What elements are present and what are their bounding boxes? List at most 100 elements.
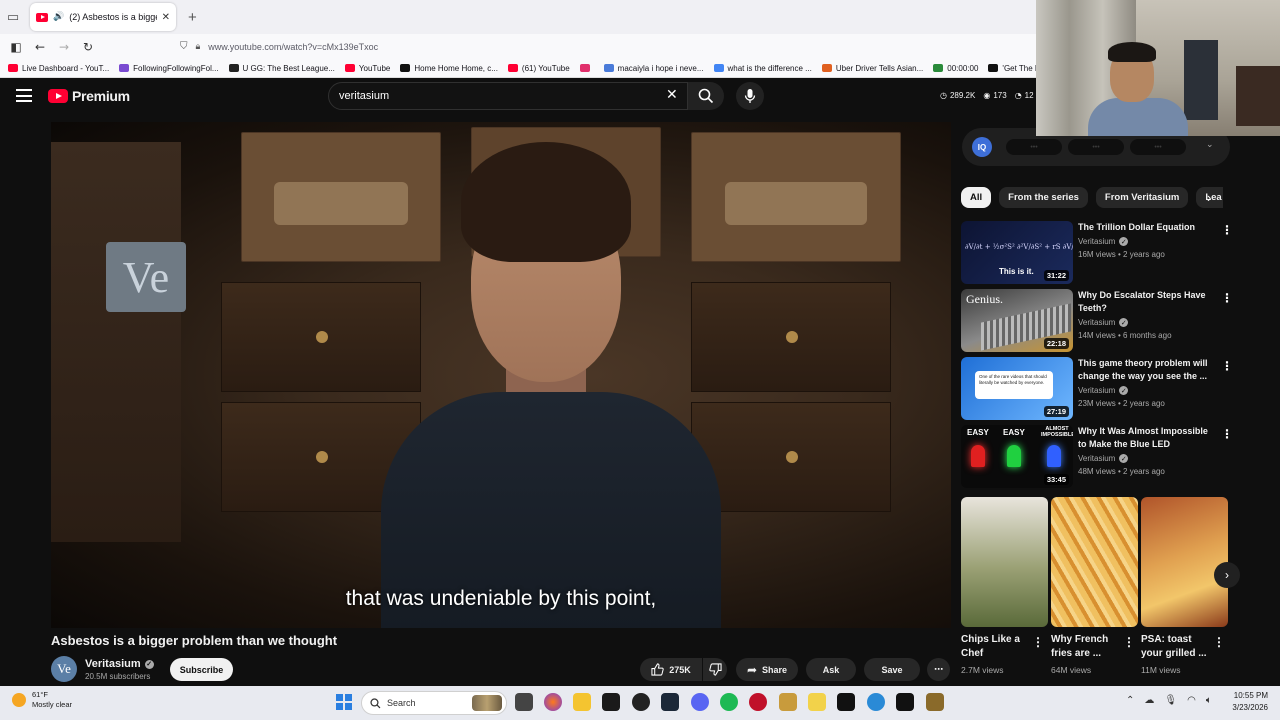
cloud-icon[interactable]: ☁	[1144, 695, 1154, 706]
channel-name[interactable]: Veritasium	[85, 658, 141, 670]
chevron-up-icon[interactable]: ⌃	[1126, 695, 1134, 706]
ask-button[interactable]: Ask	[806, 658, 856, 681]
wifi-icon[interactable]: ◠	[1187, 695, 1196, 706]
volume-icon[interactable]: 🔈︎	[1206, 695, 1212, 706]
app-icon-black[interactable]	[896, 693, 914, 711]
more-options-icon[interactable]: ⋮	[1221, 359, 1233, 373]
bookmark-item[interactable]: Home Home Home, c...	[400, 64, 498, 73]
recommendation-title[interactable]: This game theory problem will change the…	[1078, 357, 1218, 383]
more-options-icon[interactable]: ⋮	[1123, 635, 1135, 649]
windows-start-icon[interactable]	[336, 694, 352, 710]
speaker-icon[interactable]: 🔊	[53, 12, 64, 22]
bookmark-item[interactable]: Uber Driver Tells Asian...	[821, 64, 923, 73]
recommendation-item[interactable]: EASY EASY ALMOST IMPOSSIBLE 33:45 Why It…	[961, 425, 1233, 489]
bookmark-item[interactable]: FollowingFollowingFol...	[119, 64, 219, 73]
sidebar-toggle-icon[interactable]: ◧	[4, 40, 28, 54]
recommendation-channel[interactable]: Veritasium ✓	[1078, 454, 1129, 463]
app-icon-n[interactable]	[837, 693, 855, 711]
weather-widget[interactable]: 61°F Mostly clear	[12, 690, 72, 710]
chip-from-series[interactable]: From the series	[999, 187, 1088, 208]
shield-icon[interactable]: ⛉	[180, 41, 188, 52]
url-bar[interactable]: ⛉ 🔒︎ www.youtube.com/watch?v=cMx139eTxoc	[180, 37, 378, 56]
firefox-icon[interactable]	[544, 693, 562, 711]
discord-icon[interactable]	[691, 693, 709, 711]
share-button[interactable]: ➦ Share	[736, 658, 798, 681]
iq-pill[interactable]: •••	[1006, 139, 1062, 155]
short-title[interactable]: Why French fries are ...	[1051, 633, 1121, 661]
forward-icon[interactable]: →	[52, 40, 76, 54]
voice-search-button[interactable]	[736, 82, 764, 110]
lock-icon[interactable]: 🔒︎	[196, 42, 201, 52]
reload-icon[interactable]: ↻	[76, 40, 100, 54]
more-options-icon[interactable]: ⋮	[1221, 427, 1233, 441]
tab-list-icon[interactable]: ▭	[0, 0, 26, 34]
more-actions-icon[interactable]: ⋯	[927, 658, 950, 681]
recommendation-title[interactable]: The Trillion Dollar Equation	[1078, 221, 1218, 234]
back-icon[interactable]: ←	[28, 40, 52, 54]
iq-pill[interactable]: •••	[1130, 139, 1186, 155]
search-input[interactable]: veritasium	[328, 82, 688, 110]
iq-pill[interactable]: •••	[1068, 139, 1124, 155]
chevron-right-icon[interactable]: ›	[1214, 562, 1240, 588]
recommendation-channel[interactable]: Veritasium ✓	[1078, 237, 1129, 246]
spotify-icon[interactable]	[720, 693, 738, 711]
recommendation-title[interactable]: Why It Was Almost Impossible to Make the…	[1078, 425, 1218, 451]
more-options-icon[interactable]: ⋮	[1221, 223, 1233, 237]
youtube-premium-logo[interactable]: Premium	[48, 88, 130, 104]
bookmark-item[interactable]: what is the difference ...	[713, 64, 812, 73]
bookmark-item[interactable]: YouTube	[344, 64, 390, 73]
new-tab-icon[interactable]: +	[188, 9, 197, 26]
browser-tab-active[interactable]: 🔊 (2) Asbestos is a bigger pro ✕	[30, 3, 176, 31]
clear-search-icon[interactable]: ✕	[666, 87, 678, 103]
channel-avatar[interactable]: Ve	[51, 656, 77, 682]
bookmark-item[interactable]: macaiyla i hope i neve...	[603, 64, 704, 73]
task-view-icon[interactable]	[515, 693, 533, 711]
app-icon-yellow[interactable]	[808, 693, 826, 711]
url-text[interactable]: www.youtube.com/watch?v=cMx139eTxoc	[208, 42, 378, 52]
recommendation-title[interactable]: Why Do Escalator Steps Have Teeth?	[1078, 289, 1218, 315]
chevron-down-icon[interactable]: ⌄	[1206, 139, 1214, 150]
dislike-button[interactable]	[703, 658, 727, 681]
recommendation-item[interactable]: One of the rare videos that should liter…	[961, 357, 1233, 421]
channel-name-row[interactable]: Veritasium ✓	[85, 658, 154, 670]
chevron-right-icon[interactable]: ›	[1207, 190, 1211, 205]
taskbar-clock[interactable]: 10:55 PM 3/23/2026	[1226, 690, 1268, 714]
like-button[interactable]: 275K	[640, 658, 702, 681]
video-thumbnail[interactable]: Genius. 22:18	[961, 289, 1073, 352]
bookmark-item[interactable]: (61) YouTube	[507, 64, 570, 73]
file-explorer-icon[interactable]	[573, 693, 591, 711]
chip-from-veritasium[interactable]: From Veritasium	[1095, 187, 1189, 208]
recommendation-channel[interactable]: Veritasium ✓	[1078, 318, 1129, 327]
short-title[interactable]: PSA: toast your grilled ...	[1141, 633, 1211, 661]
bookmark-item[interactable]: U GG: The Best League...	[228, 64, 335, 73]
more-options-icon[interactable]: ⋮	[1221, 291, 1233, 305]
microphone-icon[interactable]: 🎙︎	[1164, 695, 1177, 706]
video-player[interactable]: Ve that was undeniable by this point,	[51, 122, 951, 628]
bookmark-item[interactable]	[579, 64, 594, 72]
more-options-icon[interactable]: ⋮	[1032, 635, 1044, 649]
taskbar-search[interactable]: Search	[361, 691, 507, 715]
recommendation-item[interactable]: ∂V/∂t + ½σ²S² ∂²V/∂S² + rS ∂V/∂S − rV = …	[961, 221, 1233, 285]
short-thumbnail[interactable]	[1141, 497, 1228, 627]
video-thumbnail[interactable]: ∂V/∂t + ½σ²S² ∂²V/∂S² + rS ∂V/∂S − rV = …	[961, 221, 1073, 284]
chip-all[interactable]: All	[961, 187, 992, 208]
app-icon-w[interactable]	[926, 693, 944, 711]
subscribe-button[interactable]: Subscribe	[170, 658, 233, 681]
video-thumbnail[interactable]: EASY EASY ALMOST IMPOSSIBLE 33:45	[961, 425, 1073, 488]
short-thumbnail[interactable]	[961, 497, 1048, 627]
search-button[interactable]	[688, 82, 724, 110]
hamburger-menu-icon[interactable]	[16, 89, 32, 102]
video-thumbnail[interactable]: One of the rare videos that should liter…	[961, 357, 1073, 420]
more-options-icon[interactable]: ⋮	[1213, 635, 1225, 649]
capcut-icon[interactable]	[602, 693, 620, 711]
recommendation-item[interactable]: Genius. 22:18 Why Do Escalator Steps Hav…	[961, 289, 1233, 353]
short-thumbnail[interactable]	[1051, 497, 1138, 627]
bookmark-item[interactable]: Live Dashboard - YouT...	[8, 64, 109, 73]
app-icon-blue[interactable]	[867, 693, 885, 711]
save-button[interactable]: Save	[864, 658, 920, 681]
steam-icon[interactable]	[661, 693, 679, 711]
bookmark-item[interactable]: 00:00:00	[933, 64, 978, 73]
short-title[interactable]: Chips Like a Chef	[961, 633, 1031, 661]
obs-icon[interactable]	[632, 693, 650, 711]
close-tab-icon[interactable]: ✕	[162, 12, 170, 23]
